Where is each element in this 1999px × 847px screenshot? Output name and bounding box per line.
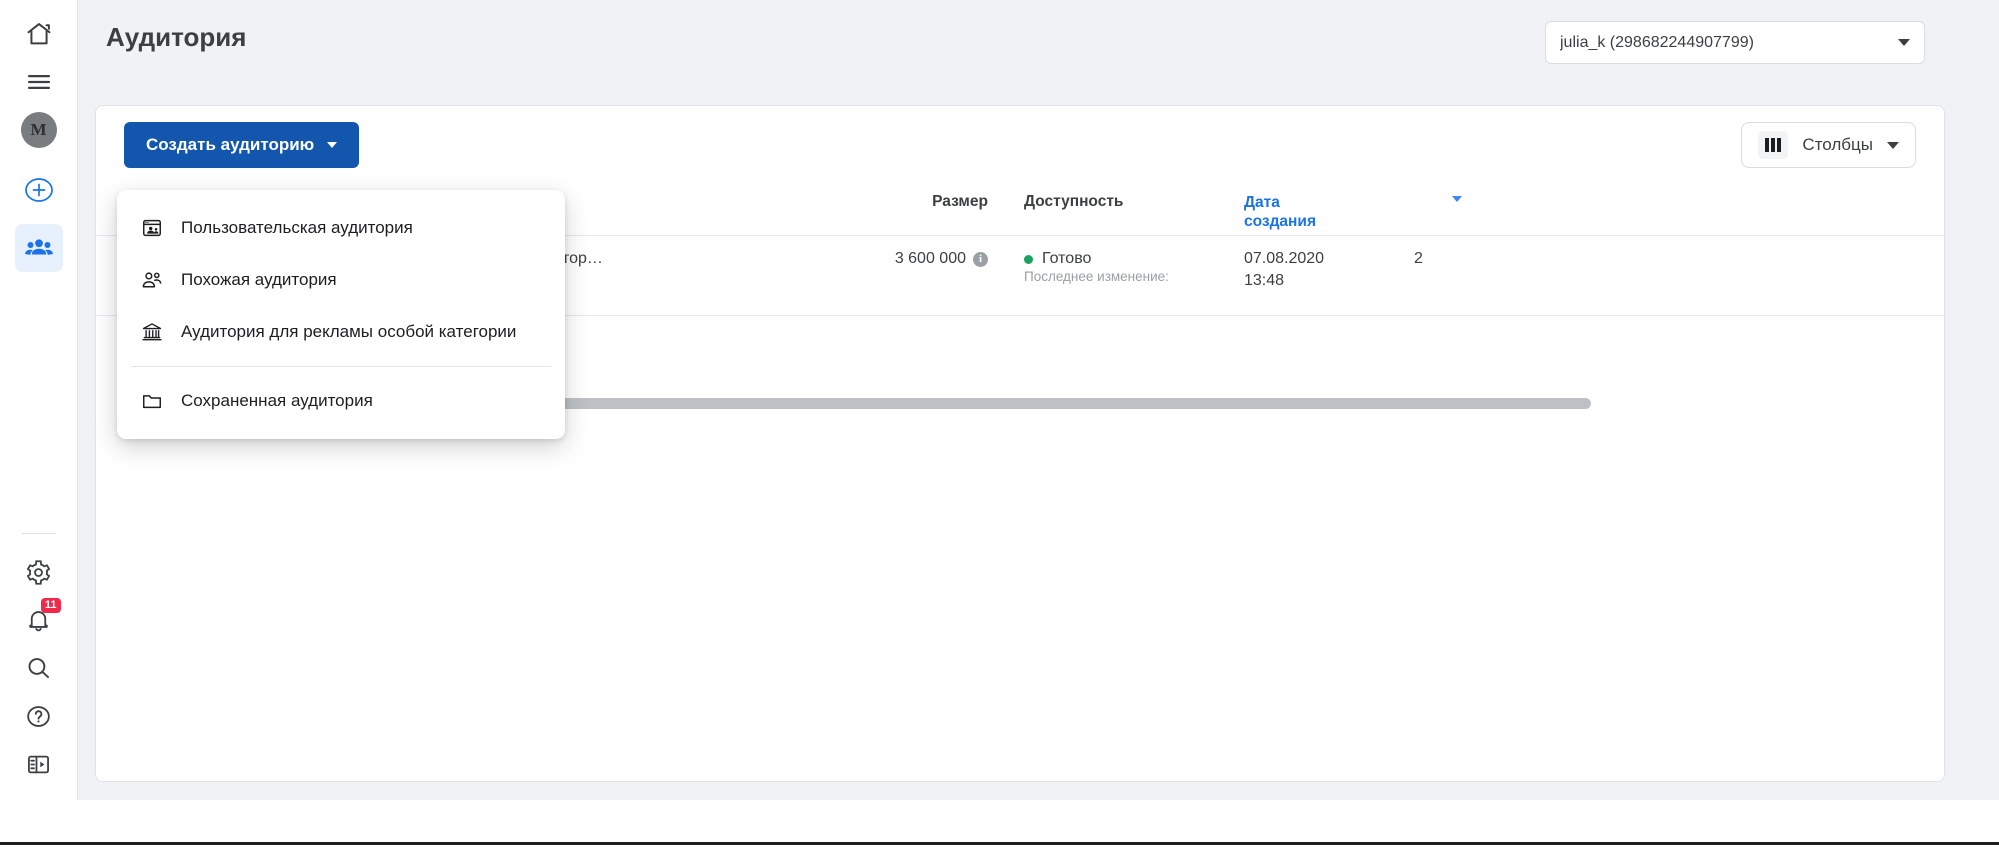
horizontal-scrollbar-thumb[interactable] (546, 398, 1591, 409)
home-icon[interactable] (15, 10, 63, 58)
status-badge: Готово (1042, 250, 1092, 267)
create-audience-dropdown-menu: Пользовательская аудитория Похожая аудит… (117, 190, 565, 439)
menu-icon[interactable] (15, 58, 63, 106)
avatar[interactable]: M (15, 106, 63, 154)
create-audience-button[interactable]: Создать аудиторию (124, 122, 360, 168)
menu-item-special-category-audience[interactable]: Аудитория для рекламы особой категории (117, 306, 565, 358)
column-header-size[interactable]: Размер (724, 184, 1024, 211)
search-icon[interactable] (15, 644, 63, 692)
help-icon[interactable] (15, 692, 63, 740)
account-selector[interactable]: julia_k (298682244907799) (1545, 21, 1925, 64)
menu-item-lookalike-audience[interactable]: Похожая аудитория (117, 254, 565, 306)
application-window: M 11 Аудитория julia_k (298682244907799)… (0, 0, 1999, 800)
left-navigation-rail: M 11 (0, 0, 78, 800)
special-category-icon (139, 321, 165, 343)
table-toolbar: Создать аудиторию Столбцы (96, 106, 1944, 184)
columns-button[interactable]: Столбцы (1741, 122, 1916, 168)
menu-item-custom-audience[interactable]: Пользовательская аудитория (117, 202, 565, 254)
column-header-availability[interactable]: Доступность (1024, 184, 1244, 211)
page-header: Аудитория julia_k (298682244907799) (78, 0, 1999, 88)
cell-size-value: 3 600 000 (894, 250, 966, 267)
column-header-date-line2: создания (1244, 213, 1316, 230)
panel-icon[interactable] (15, 740, 63, 788)
lookalike-audience-icon (139, 269, 165, 291)
cell-date-value: 07.08.2020 (1244, 250, 1325, 267)
sort-descending-icon (1452, 196, 1462, 202)
create-audience-label: Создать аудиторию (146, 135, 315, 154)
menu-item-label: Аудитория для рекламы особой категории (181, 322, 517, 341)
cell-availability: Готово Последнее изменение: (1024, 250, 1244, 286)
chevron-down-icon (1898, 39, 1910, 46)
menu-item-label: Похожая аудитория (181, 270, 337, 289)
gear-icon[interactable] (15, 548, 63, 596)
status-dot-icon (1024, 254, 1033, 264)
last-modified-label: Последнее изменение: (1024, 269, 1169, 284)
notification-badge: 11 (40, 598, 61, 613)
cell-date-created: 07.08.2020 13:48 (1244, 250, 1414, 290)
page-title: Аудитория (106, 22, 247, 52)
folder-icon (139, 390, 165, 412)
column-header-extra (1414, 184, 1514, 193)
menu-divider (131, 366, 551, 367)
menu-item-saved-audience[interactable]: Сохраненная аудитория (117, 375, 565, 427)
cell-extra: 2 (1414, 250, 1423, 267)
page-bottom-strip (0, 800, 1999, 845)
cell-time-value: 13:48 (1244, 272, 1285, 289)
rail-divider (21, 533, 56, 534)
avatar-initial: M (20, 112, 57, 148)
bell-icon[interactable]: 11 (15, 596, 63, 644)
column-header-date-created[interactable]: Дата создания (1244, 184, 1462, 231)
column-header-date-line1: Дата (1244, 194, 1280, 211)
cell-size: 3 600 000 i (724, 250, 1024, 268)
menu-item-label: Пользовательская аудитория (181, 218, 413, 237)
custom-audience-icon (139, 217, 165, 239)
plus-icon[interactable] (15, 166, 63, 214)
chevron-down-icon (327, 142, 338, 148)
columns-label: Столбцы (1802, 135, 1873, 154)
info-icon[interactable]: i (973, 251, 988, 267)
chevron-down-icon (1887, 141, 1899, 149)
columns-icon (1758, 131, 1789, 159)
account-selector-value: julia_k (298682244907799) (1560, 33, 1754, 51)
menu-item-label: Сохраненная аудитория (181, 391, 373, 410)
sidebar-item-audiences[interactable] (14, 224, 63, 272)
